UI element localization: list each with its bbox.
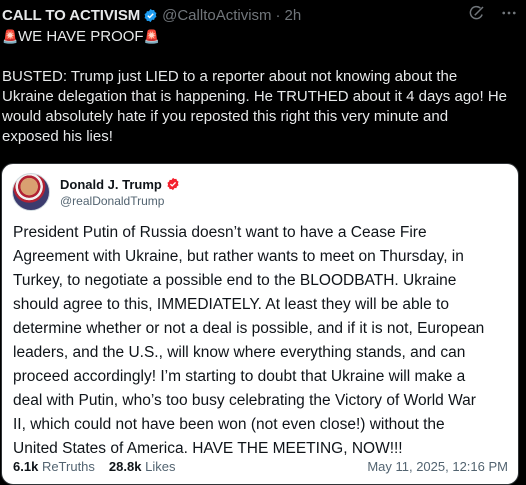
quoted-text-line: President Putin of Russia doesn’t want t… (13, 224, 427, 241)
verified-badge-icon (167, 177, 179, 191)
header-actions (468, 4, 518, 22)
post-body-line: Ukraine delegation that is happening. He… (2, 88, 508, 105)
quoted-post-text: President Putin of Russia doesn’t want t… (13, 221, 513, 461)
quoted-text-line: Agreement with Ukraine, but rather wants… (13, 248, 464, 265)
likes-stat[interactable]: 28.8k Likes (109, 459, 176, 474)
retruths-count: 6.1k (13, 458, 39, 474)
retruths-label: ReTruths (41, 458, 95, 474)
post-body-line: BUSTED: Trump just LIED to a reporter ab… (2, 68, 458, 85)
quoted-author-name[interactable]: Donald J. Trump (60, 177, 162, 192)
quoted-text-line: Turkey, to negotiate a possible end to t… (13, 272, 457, 289)
quoted-post-header: Donald J. Trump @realDonaldTrump (12, 173, 180, 211)
post-headline: WE HAVE PROOF (18, 28, 144, 45)
quoted-text-line: determine whether or not a deal is possi… (13, 320, 485, 337)
quoted-post-card[interactable]: Donald J. Trump @realDonaldTrump Preside… (1, 163, 519, 485)
post-body-line: would absolutely hate if you reposted th… (2, 108, 449, 125)
post-text: 🚨WE HAVE PROOF🚨 BUSTED: Trump just LIED … (2, 27, 517, 147)
post-body-line: exposed his lies! (2, 128, 113, 145)
quoted-text-line: proceed accordingly! I’m starting to dou… (13, 368, 466, 385)
separator-dot: · (275, 6, 281, 24)
likes-label: Likes (145, 458, 176, 474)
police-siren-emoji-icon: 🚨 (2, 29, 19, 44)
grok-icon[interactable] (468, 4, 486, 22)
more-options-icon[interactable] (500, 4, 518, 22)
retruths-stat[interactable]: 6.1k ReTruths (13, 459, 95, 474)
author-handle[interactable]: @CalltoActivism (162, 7, 271, 24)
likes-count: 28.8k (108, 458, 142, 474)
post-header: CALL TO ACTIVISM @CalltoActivism · 2h (2, 4, 526, 26)
quoted-text-line: II, which could not have been won (not e… (13, 416, 445, 433)
quoted-author-block: Donald J. Trump @realDonaldTrump (60, 177, 180, 208)
police-siren-emoji-icon: 🚨 (143, 29, 160, 44)
quoted-text-line: leaders, and the U.S., will know where e… (13, 344, 466, 361)
author-name[interactable]: CALL TO ACTIVISM (2, 7, 140, 24)
quoted-post-footer: 6.1k ReTruths 28.8k Likes May 11, 2025, … (13, 457, 508, 475)
verified-badge-icon (144, 8, 157, 22)
quoted-post-date: May 11, 2025, 12:16 PM (367, 458, 508, 474)
quoted-text-line: should agree to this, IMMEDIATELY. At le… (13, 296, 449, 313)
quoted-text-line: deal with Putin, who’s too busy celebrat… (13, 392, 476, 409)
post-headline-line: 🚨WE HAVE PROOF🚨 (2, 27, 517, 47)
quoted-author-handle[interactable]: @realDonaldTrump (60, 194, 180, 208)
avatar[interactable] (12, 173, 50, 211)
post-timestamp[interactable]: 2h (285, 7, 302, 24)
quoted-author-row: Donald J. Trump (60, 177, 180, 192)
